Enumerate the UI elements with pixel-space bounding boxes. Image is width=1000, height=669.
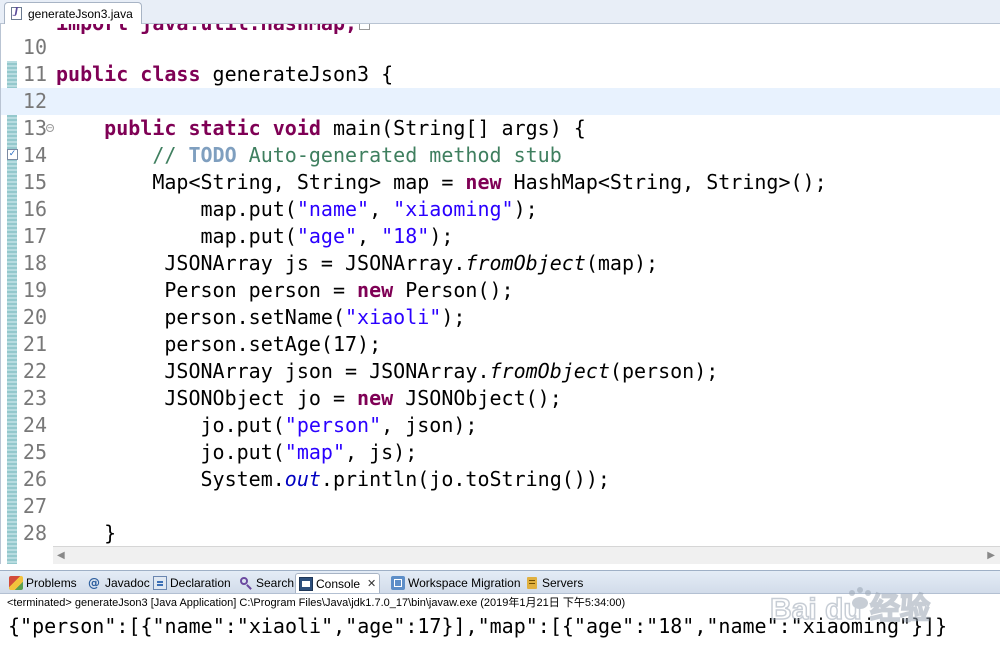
code-text: person.setAge(17); (164, 332, 382, 356)
editor-tab-generatejson3[interactable]: generateJson3.java (4, 2, 142, 24)
line-number: 26 (22, 467, 47, 491)
console-icon (299, 576, 313, 591)
code-text: public class generateJson3 { (56, 62, 394, 86)
code-line: 24 jo.put("person", json); (1, 412, 1000, 439)
code-line-current: 12 (1, 88, 1000, 115)
code-line: 16 map.put("name", "xiaoming"); (1, 196, 1000, 223)
tab-javadoc[interactable]: Javadoc (85, 573, 153, 593)
code-line: 19 Person person = new Person(); (1, 277, 1000, 304)
code-line: ✓ 14 // TODO Auto-generated method stub (1, 142, 1000, 169)
declaration-icon (153, 576, 167, 590)
code-line: 20 person.setName("xiaoli"); (1, 304, 1000, 331)
code-line: 21 person.setAge(17); (1, 331, 1000, 358)
code-text: map.put("name", "xiaoming"); (200, 197, 538, 221)
tab-label: Problems (26, 576, 77, 590)
code-line: 10 (1, 34, 1000, 61)
horizontal-scrollbar[interactable]: ◀ ▶ (53, 546, 1000, 564)
tab-problems[interactable]: Problems (6, 573, 80, 593)
problems-icon (9, 576, 23, 590)
line-number: 20 (22, 305, 47, 329)
search-icon (239, 576, 253, 590)
tab-servers[interactable]: Servers (522, 573, 586, 593)
line-number: 25 (22, 440, 47, 464)
line-number: 11 (22, 62, 47, 86)
bottom-views-tabbar: Problems Javadoc Declaration Search Cons… (0, 570, 1000, 594)
tab-declaration[interactable]: Declaration (150, 573, 234, 593)
java-file-icon (11, 7, 22, 20)
code-text: JSONObject jo = new JSONObject(); (164, 386, 562, 410)
migration-icon (391, 576, 405, 590)
line-number: 12 (22, 89, 47, 113)
code-line: 27 (1, 493, 1000, 520)
servers-icon (525, 576, 539, 590)
code-line: 25 jo.put("map", js); (1, 439, 1000, 466)
collapsed-imports-icon[interactable] (359, 24, 371, 30)
code-text: person.setName("xiaoli"); (164, 305, 466, 329)
task-checkbox-icon[interactable]: ✓ (7, 149, 18, 160)
code-line: 13 − public static void main(String[] ar… (1, 115, 1000, 142)
line-number: 18 (22, 251, 47, 275)
code-text: JSONArray json = JSONArray.fromObject(pe… (164, 359, 719, 383)
line-number: 19 (22, 278, 47, 302)
code-line: 28 } (1, 520, 1000, 547)
line-number: 13 (22, 116, 47, 140)
code-line: 26 System.out.println(jo.toString()); (1, 466, 1000, 493)
code-editor[interactable]: import java.util.HashMap; 10 11 public c… (0, 24, 1000, 564)
code-text: Map<String, String> map = new HashMap<St… (152, 170, 827, 194)
editor-tabbar: generateJson3.java (0, 0, 1000, 24)
tab-label: Declaration (170, 576, 231, 590)
line-number: 28 (22, 521, 47, 545)
line-number: 21 (22, 332, 47, 356)
line-number: 27 (22, 494, 47, 518)
code-text: JSONArray js = JSONArray.fromObject(map)… (164, 251, 659, 275)
code-text: map.put("age", "18"); (200, 224, 454, 248)
code-line: 23 JSONObject jo = new JSONObject(); (1, 385, 1000, 412)
close-icon[interactable]: ✕ (367, 577, 376, 590)
code-text: Person person = new Person(); (164, 278, 514, 302)
code-text: System.out.println(jo.toString()); (200, 467, 610, 491)
tab-search[interactable]: Search (236, 573, 297, 593)
code-line: 22 JSONArray json = JSONArray.fromObject… (1, 358, 1000, 385)
scroll-right-icon[interactable]: ▶ (987, 550, 995, 561)
tab-label: Servers (542, 576, 584, 590)
scroll-left-icon[interactable]: ◀ (57, 550, 65, 561)
console-output[interactable]: {"person":[{"name":"xiaoli","age":17}],"… (8, 612, 947, 640)
tab-label: Workspace Migration (408, 576, 521, 590)
code-text: public static void main(String[] args) { (104, 116, 586, 140)
line-number: 16 (22, 197, 47, 221)
code-line: 17 map.put("age", "18"); (1, 223, 1000, 250)
line-number: 24 (22, 413, 47, 437)
code-text: // TODO Auto-generated method stub (152, 143, 562, 167)
line-number: 15 (22, 170, 47, 194)
line-number: 23 (22, 386, 47, 410)
code-text: jo.put("map", js); (200, 440, 418, 464)
line-number: 10 (22, 35, 47, 59)
code-text: jo.put("person", json); (200, 413, 478, 437)
tab-label: Javadoc (105, 576, 150, 590)
javadoc-icon (88, 576, 102, 590)
tab-label: Console (316, 576, 361, 591)
code-line: 11 public class generateJson3 { (1, 61, 1000, 88)
editor-tab-label: generateJson3.java (28, 6, 133, 21)
code-line: 18 JSONArray js = JSONArray.fromObject(m… (1, 250, 1000, 277)
code-text: } (104, 521, 117, 545)
line-number: 22 (22, 359, 47, 383)
console-status-line: <terminated> generateJson3 [Java Applica… (7, 597, 626, 609)
line-number: 17 (22, 224, 47, 248)
tab-workspace-migration[interactable]: Workspace Migration (388, 573, 524, 593)
tab-label: Search (256, 576, 295, 590)
code-line: 15 Map<String, String> map = new HashMap… (1, 169, 1000, 196)
fold-collapse-icon[interactable]: − (46, 124, 54, 132)
line-number: 14 (22, 143, 47, 167)
tab-console[interactable]: Console ✕ (295, 573, 381, 593)
